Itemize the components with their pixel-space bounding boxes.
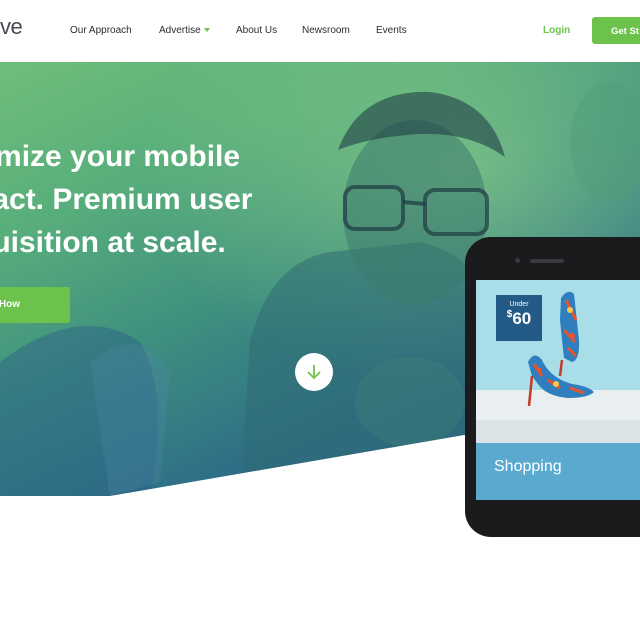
nav-advertise[interactable]: Advertise	[159, 25, 210, 36]
learn-how-button[interactable]: n How	[0, 287, 70, 323]
shopping-label: Shopping	[494, 458, 562, 475]
price-badge: Under $60	[496, 295, 542, 341]
get-started-button[interactable]: Get St	[592, 17, 640, 44]
scroll-down-button[interactable]	[295, 353, 333, 391]
shopping-bar: Shopping	[476, 443, 640, 500]
camera-icon	[515, 258, 520, 263]
price-value: 60	[512, 309, 532, 328]
login-link[interactable]: Login	[543, 25, 570, 36]
hero-headline: ximize your mobile oact. Premium user qu…	[0, 135, 330, 264]
logo[interactable]: ve	[0, 14, 23, 40]
headline-line-3: quisition at scale.	[0, 226, 226, 259]
headline-line-1: ximize your mobile	[0, 140, 241, 173]
price-amount: $60	[496, 309, 542, 329]
nav-advertise-label: Advertise	[159, 25, 201, 36]
nav-our-approach[interactable]: Our Approach	[70, 25, 132, 36]
page: ve Our Approach Advertise About Us Newsr…	[0, 0, 640, 640]
arrow-down-icon	[307, 365, 321, 380]
price-prefix: Under	[509, 301, 529, 308]
site-header: ve Our Approach Advertise About Us Newsr…	[0, 0, 640, 62]
phone-mockup: Under $60 Shopping	[465, 237, 640, 537]
chevron-down-icon	[203, 28, 210, 33]
phone-screen: Under $60 Shopping	[476, 280, 640, 500]
speaker-icon	[530, 259, 564, 263]
nav-events[interactable]: Events	[376, 25, 407, 36]
nav-newsroom[interactable]: Newsroom	[302, 25, 350, 36]
headline-line-2: oact. Premium user	[0, 183, 253, 216]
nav-about-us[interactable]: About Us	[236, 25, 277, 36]
